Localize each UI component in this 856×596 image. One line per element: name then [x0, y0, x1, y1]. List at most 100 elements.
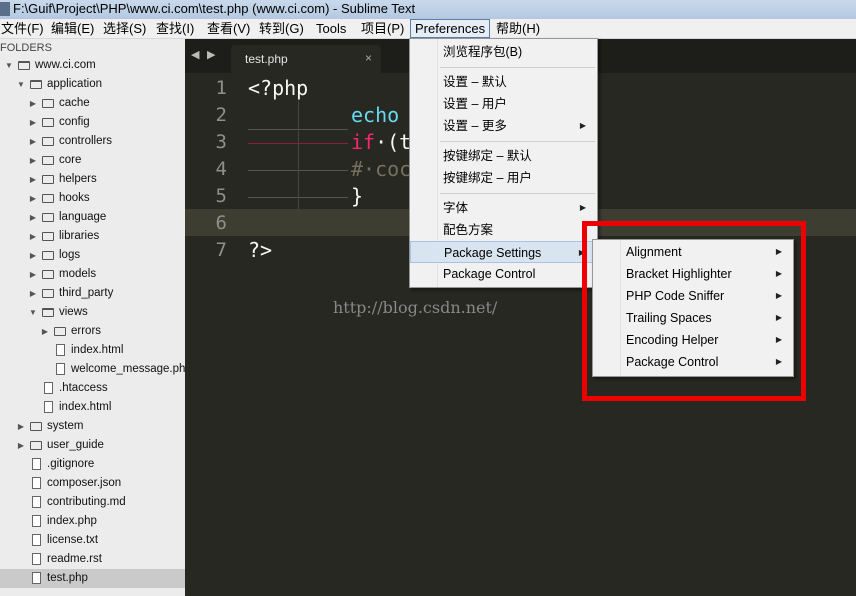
disclosure-closed-icon[interactable]: ▶: [28, 94, 38, 113]
red-highlight-box: [582, 221, 806, 401]
file-icon: [32, 458, 41, 470]
menu-find[interactable]: 查找(I): [152, 19, 198, 38]
folders-header: FOLDERS: [0, 42, 52, 54]
menu-edit[interactable]: 编辑(E): [47, 19, 98, 38]
tab-close-icon[interactable]: ×: [365, 51, 372, 65]
disclosure-closed-icon[interactable]: ▶: [28, 246, 38, 265]
tree-item-label: index.html: [59, 401, 112, 413]
tree-folder[interactable]: ▼ www.ci.com: [0, 56, 185, 75]
menu-help[interactable]: 帮助(H): [492, 19, 544, 38]
tree-folder[interactable]: ▶ system: [0, 417, 185, 436]
disclosure-closed-icon[interactable]: ▶: [28, 208, 38, 227]
tree-folder[interactable]: ▼ application: [0, 75, 185, 94]
tree-folder[interactable]: ▶ config: [0, 113, 185, 132]
tree-folder[interactable]: ▶ language: [0, 208, 185, 227]
window-title: F:\Guif\Project\PHP\www.ci.com\test.php …: [13, 1, 416, 16]
menu-separator: [440, 193, 595, 194]
tree-file[interactable]: index.html: [0, 398, 185, 417]
menu-goto[interactable]: 转到(G): [255, 19, 308, 38]
tree-file[interactable]: test.php: [0, 569, 185, 588]
code-token: }: [351, 184, 364, 208]
preferences-menu-item[interactable]: Package Control: [410, 263, 597, 285]
disclosure-closed-icon[interactable]: ▶: [16, 417, 26, 436]
preferences-menu-item-label: 设置 – 默认: [443, 75, 507, 89]
disclosure-closed-icon[interactable]: ▶: [28, 284, 38, 303]
code-line: echo: [351, 102, 399, 129]
preferences-menu-item[interactable]: 字体 ▶: [410, 197, 597, 219]
file-icon: [44, 382, 53, 394]
tab-test-php[interactable]: test.php ×: [231, 45, 381, 73]
preferences-menu-item[interactable]: 设置 – 默认: [410, 71, 597, 93]
disclosure-closed-icon[interactable]: ▶: [28, 227, 38, 246]
folder-icon: [42, 137, 54, 146]
menu-file[interactable]: 文件(F): [0, 19, 48, 38]
preferences-menu-item[interactable]: 配色方案: [410, 219, 597, 241]
preferences-menu-item[interactable]: Package Settings ▶: [410, 241, 597, 263]
tree-file[interactable]: .gitignore: [0, 455, 185, 474]
menu-view[interactable]: 查看(V): [203, 19, 254, 38]
disclosure-closed-icon[interactable]: ▶: [28, 113, 38, 132]
preferences-menu-item-label: 设置 – 更多: [443, 119, 507, 133]
folder-icon: [42, 194, 54, 203]
preferences-menu-item-label: Package Control: [443, 267, 536, 281]
preferences-menu-item[interactable]: 浏览程序包(B): [410, 41, 597, 63]
menu-project[interactable]: 项目(P): [357, 19, 408, 38]
tree-file[interactable]: welcome_message.php: [0, 360, 185, 379]
tree-file[interactable]: index.html: [0, 341, 185, 360]
preferences-menu-item[interactable]: 按键绑定 – 默认: [410, 145, 597, 167]
tree-item-label: composer.json: [47, 477, 122, 489]
tree-item-label: contributing.md: [47, 496, 126, 508]
menu-preferences[interactable]: Preferences: [410, 19, 491, 38]
tree-folder[interactable]: ▶ cache: [0, 94, 185, 113]
tree-item-label: index.html: [71, 344, 124, 356]
tree-folder[interactable]: ▶ logs: [0, 246, 185, 265]
file-icon: [56, 363, 65, 375]
tree-folder[interactable]: ▶ core: [0, 151, 185, 170]
line-number: 3: [215, 131, 227, 153]
disclosure-closed-icon[interactable]: ▶: [28, 189, 38, 208]
file-icon: [32, 496, 41, 508]
tree-folder[interactable]: ▶ libraries: [0, 227, 185, 246]
preferences-menu-item[interactable]: 按键绑定 – 用户: [410, 167, 597, 189]
disclosure-open-icon[interactable]: ▼: [4, 56, 14, 75]
menu-tools[interactable]: Tools: [312, 19, 350, 38]
file-icon: [32, 572, 41, 584]
tree-folder[interactable]: ▼ views: [0, 303, 185, 322]
disclosure-closed-icon[interactable]: ▶: [28, 151, 38, 170]
tab-scroll-left-icon[interactable]: ◀: [191, 48, 199, 61]
tree-item-label: test.php: [47, 572, 88, 584]
disclosure-closed-icon[interactable]: ▶: [40, 322, 50, 341]
disclosure-closed-icon[interactable]: ▶: [28, 132, 38, 151]
tree-file[interactable]: readme.rst: [0, 550, 185, 569]
preferences-menu-item[interactable]: 设置 – 用户: [410, 93, 597, 115]
submenu-arrow-icon: ▶: [579, 203, 586, 212]
tab-scroll-right-icon[interactable]: ▶: [207, 48, 215, 61]
disclosure-open-icon[interactable]: ▼: [28, 303, 38, 322]
tree-folder[interactable]: ▶ models: [0, 265, 185, 284]
watermark-text: http://blog.csdn.net/: [333, 298, 498, 317]
tree-file[interactable]: contributing.md: [0, 493, 185, 512]
tree-folder[interactable]: ▶ errors: [0, 322, 185, 341]
tree-item-label: config: [59, 116, 90, 128]
tree-file[interactable]: index.php: [0, 512, 185, 531]
disclosure-closed-icon[interactable]: ▶: [16, 436, 26, 455]
tree-item-label: system: [47, 420, 84, 432]
disclosure-open-icon[interactable]: ▼: [16, 75, 26, 94]
disclosure-closed-icon[interactable]: ▶: [28, 170, 38, 189]
tree-folder[interactable]: ▶ third_party: [0, 284, 185, 303]
code-token: ·(t: [375, 130, 412, 154]
tree-folder[interactable]: ▶ hooks: [0, 189, 185, 208]
file-icon: [56, 344, 65, 356]
menu-selection[interactable]: 选择(S): [99, 19, 150, 38]
tree-folder[interactable]: ▶ helpers: [0, 170, 185, 189]
preferences-menu-item-label: 按键绑定 – 默认: [443, 149, 532, 163]
preferences-menu-item[interactable]: 设置 – 更多 ▶: [410, 115, 597, 137]
tree-file[interactable]: .htaccess: [0, 379, 185, 398]
preferences-menu-item-label: 按键绑定 – 用户: [443, 171, 532, 185]
tree-folder[interactable]: ▶ user_guide: [0, 436, 185, 455]
tree-file[interactable]: license.txt: [0, 531, 185, 550]
tree-item-label: libraries: [59, 230, 100, 242]
disclosure-closed-icon[interactable]: ▶: [28, 265, 38, 284]
tree-folder[interactable]: ▶ controllers: [0, 132, 185, 151]
tree-file[interactable]: composer.json: [0, 474, 185, 493]
